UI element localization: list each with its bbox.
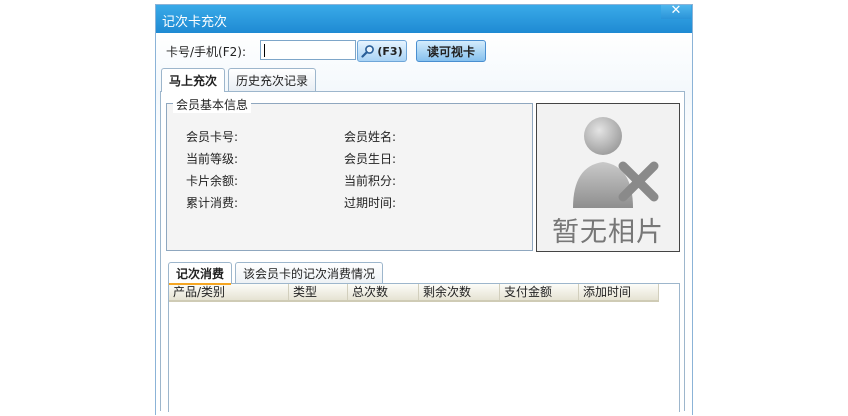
balance-field-label: 卡片余额: [186,174,239,188]
tab-label: 马上充次 [168,74,217,88]
column-header-type[interactable]: 类型 [289,284,348,300]
tab-card-consume-history[interactable]: 该会员卡的记次消费情况 [235,262,383,283]
expiry-field-label: 过期时间: [344,196,397,210]
search-f3-button[interactable]: (F3) [357,40,407,62]
tab-recharge-now[interactable]: 马上充次 [161,68,225,92]
card-number-input[interactable] [260,40,356,60]
level-field-label: 当前等级: [186,152,239,166]
search-icon [361,45,375,58]
text-caret [264,44,265,57]
tab-label: 历史充次记录 [235,73,308,88]
tab-label: 该会员卡的记次消费情况 [242,266,375,281]
birthday-field-label: 会员生日: [344,152,397,166]
member-name-field-label: 会员姓名: [344,130,397,144]
column-header-added-time[interactable]: 添加时间 [579,284,659,300]
f3-label: (F3) [377,44,403,58]
points-field-label: 当前积分: [344,174,397,188]
column-header-remaining[interactable]: 剩余次数 [419,284,500,300]
user-remove-icon [573,117,659,208]
tab-label: 记次消费 [175,266,224,281]
member-info-group: 会员基本信息 会员卡号: 会员姓名: 当前等级: 会员生日: 卡片余额: 当前积… [166,96,533,251]
tab-recharge-history[interactable]: 历史充次记录 [228,68,316,91]
no-photo-text: 暂无相片 [552,217,664,248]
read-card-button[interactable]: 读可视卡 [416,40,486,62]
table-header: 产品/类别 类型 总次数 剩余次数 支付金额 添加时间 [169,284,659,302]
card-number-label: 卡号/手机(F2): [166,45,246,59]
read-card-label: 读可视卡 [426,44,475,59]
title-bar[interactable]: 记次卡充次 ✕ [156,3,692,33]
tab-count-consume[interactable]: 记次消费 [168,262,232,285]
total-spent-field-label: 累计消费: [186,196,239,210]
window-title: 记次卡充次 [162,15,228,30]
recharge-panel: 会员基本信息 会员卡号: 会员姓名: 当前等级: 会员生日: 卡片余额: 当前积… [160,91,685,412]
column-header-total[interactable]: 总次数 [348,284,419,300]
close-icon: ✕ [670,3,682,18]
column-header-product[interactable]: 产品/类别 [169,284,289,300]
member-info-legend: 会员基本信息 [173,96,252,113]
member-photo: 暂无相片 [536,103,680,252]
card-number-field-label: 会员卡号: [186,130,239,144]
close-button[interactable]: ✕ [661,3,691,19]
consume-table[interactable]: 产品/类别 类型 总次数 剩余次数 支付金额 添加时间 [168,283,680,412]
column-header-amount[interactable]: 支付金额 [500,284,579,300]
